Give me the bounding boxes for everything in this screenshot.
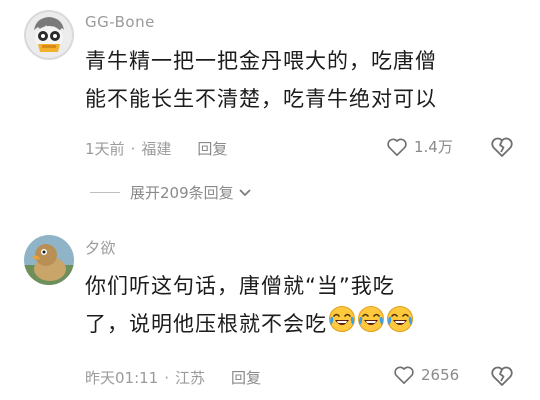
comment-meta: 1天前 · 福建 回复 (85, 138, 227, 159)
duck-avatar-icon (24, 235, 74, 285)
separator-dot: · (164, 368, 170, 387)
comment-text-line: 青牛精一把一把金丹喂大的，吃唐僧 (85, 49, 437, 73)
username[interactable]: GG-Bone (85, 13, 155, 31)
cartoon-avatar-icon (24, 10, 74, 60)
laughing-crying-emoji (357, 305, 385, 345)
broken-heart-icon (491, 366, 513, 386)
dislike-button[interactable] (490, 136, 514, 162)
avatar[interactable] (24, 10, 74, 60)
comment-time: 1天前 (85, 140, 125, 158)
laughing-crying-emoji (386, 305, 414, 345)
comment-text-line: 了，说明他压根就不会吃 (85, 305, 515, 345)
broken-heart-icon (491, 137, 513, 157)
emoji-row (327, 306, 414, 336)
comment-meta: 昨天01:11 · 江苏 回复 (85, 367, 261, 388)
expand-replies-button[interactable]: 展开209条回复 (90, 182, 252, 203)
like-count: 2656 (421, 366, 460, 384)
comment-time: 昨天01:11 (85, 369, 159, 387)
comment-text: 青牛精一把一把金丹喂大的，吃唐僧 能不能长生不清楚，吃青牛绝对可以 (85, 42, 515, 118)
like-button[interactable]: 1.4万 (386, 136, 453, 157)
heart-icon (394, 366, 414, 384)
comment-text-line: 你们听这句话，唐僧就“当”我吃 (85, 274, 395, 298)
comment-location: 江苏 (175, 369, 206, 387)
comment-text-line: 能不能长生不清楚，吃青牛绝对可以 (85, 87, 437, 111)
chevron-down-icon (239, 188, 251, 196)
heart-icon (387, 138, 407, 156)
like-button[interactable]: 2656 (393, 365, 459, 385)
comment-text-segment: 了，说明他压根就不会吃 (85, 312, 327, 336)
reply-button[interactable]: 回复 (231, 367, 261, 388)
reply-button[interactable]: 回复 (197, 138, 227, 159)
dislike-button[interactable] (490, 365, 514, 391)
divider-line (90, 192, 120, 193)
comment-location: 福建 (141, 140, 172, 158)
laughing-crying-emoji (328, 305, 356, 345)
comment-text: 你们听这句话，唐僧就“当”我吃 了，说明他压根就不会吃 (85, 267, 515, 345)
like-count: 1.4万 (414, 138, 453, 156)
username[interactable]: 夕欲 (85, 237, 116, 258)
expand-replies-label: 展开209条回复 (130, 184, 234, 202)
separator-dot: · (130, 139, 136, 158)
avatar[interactable] (24, 235, 74, 285)
